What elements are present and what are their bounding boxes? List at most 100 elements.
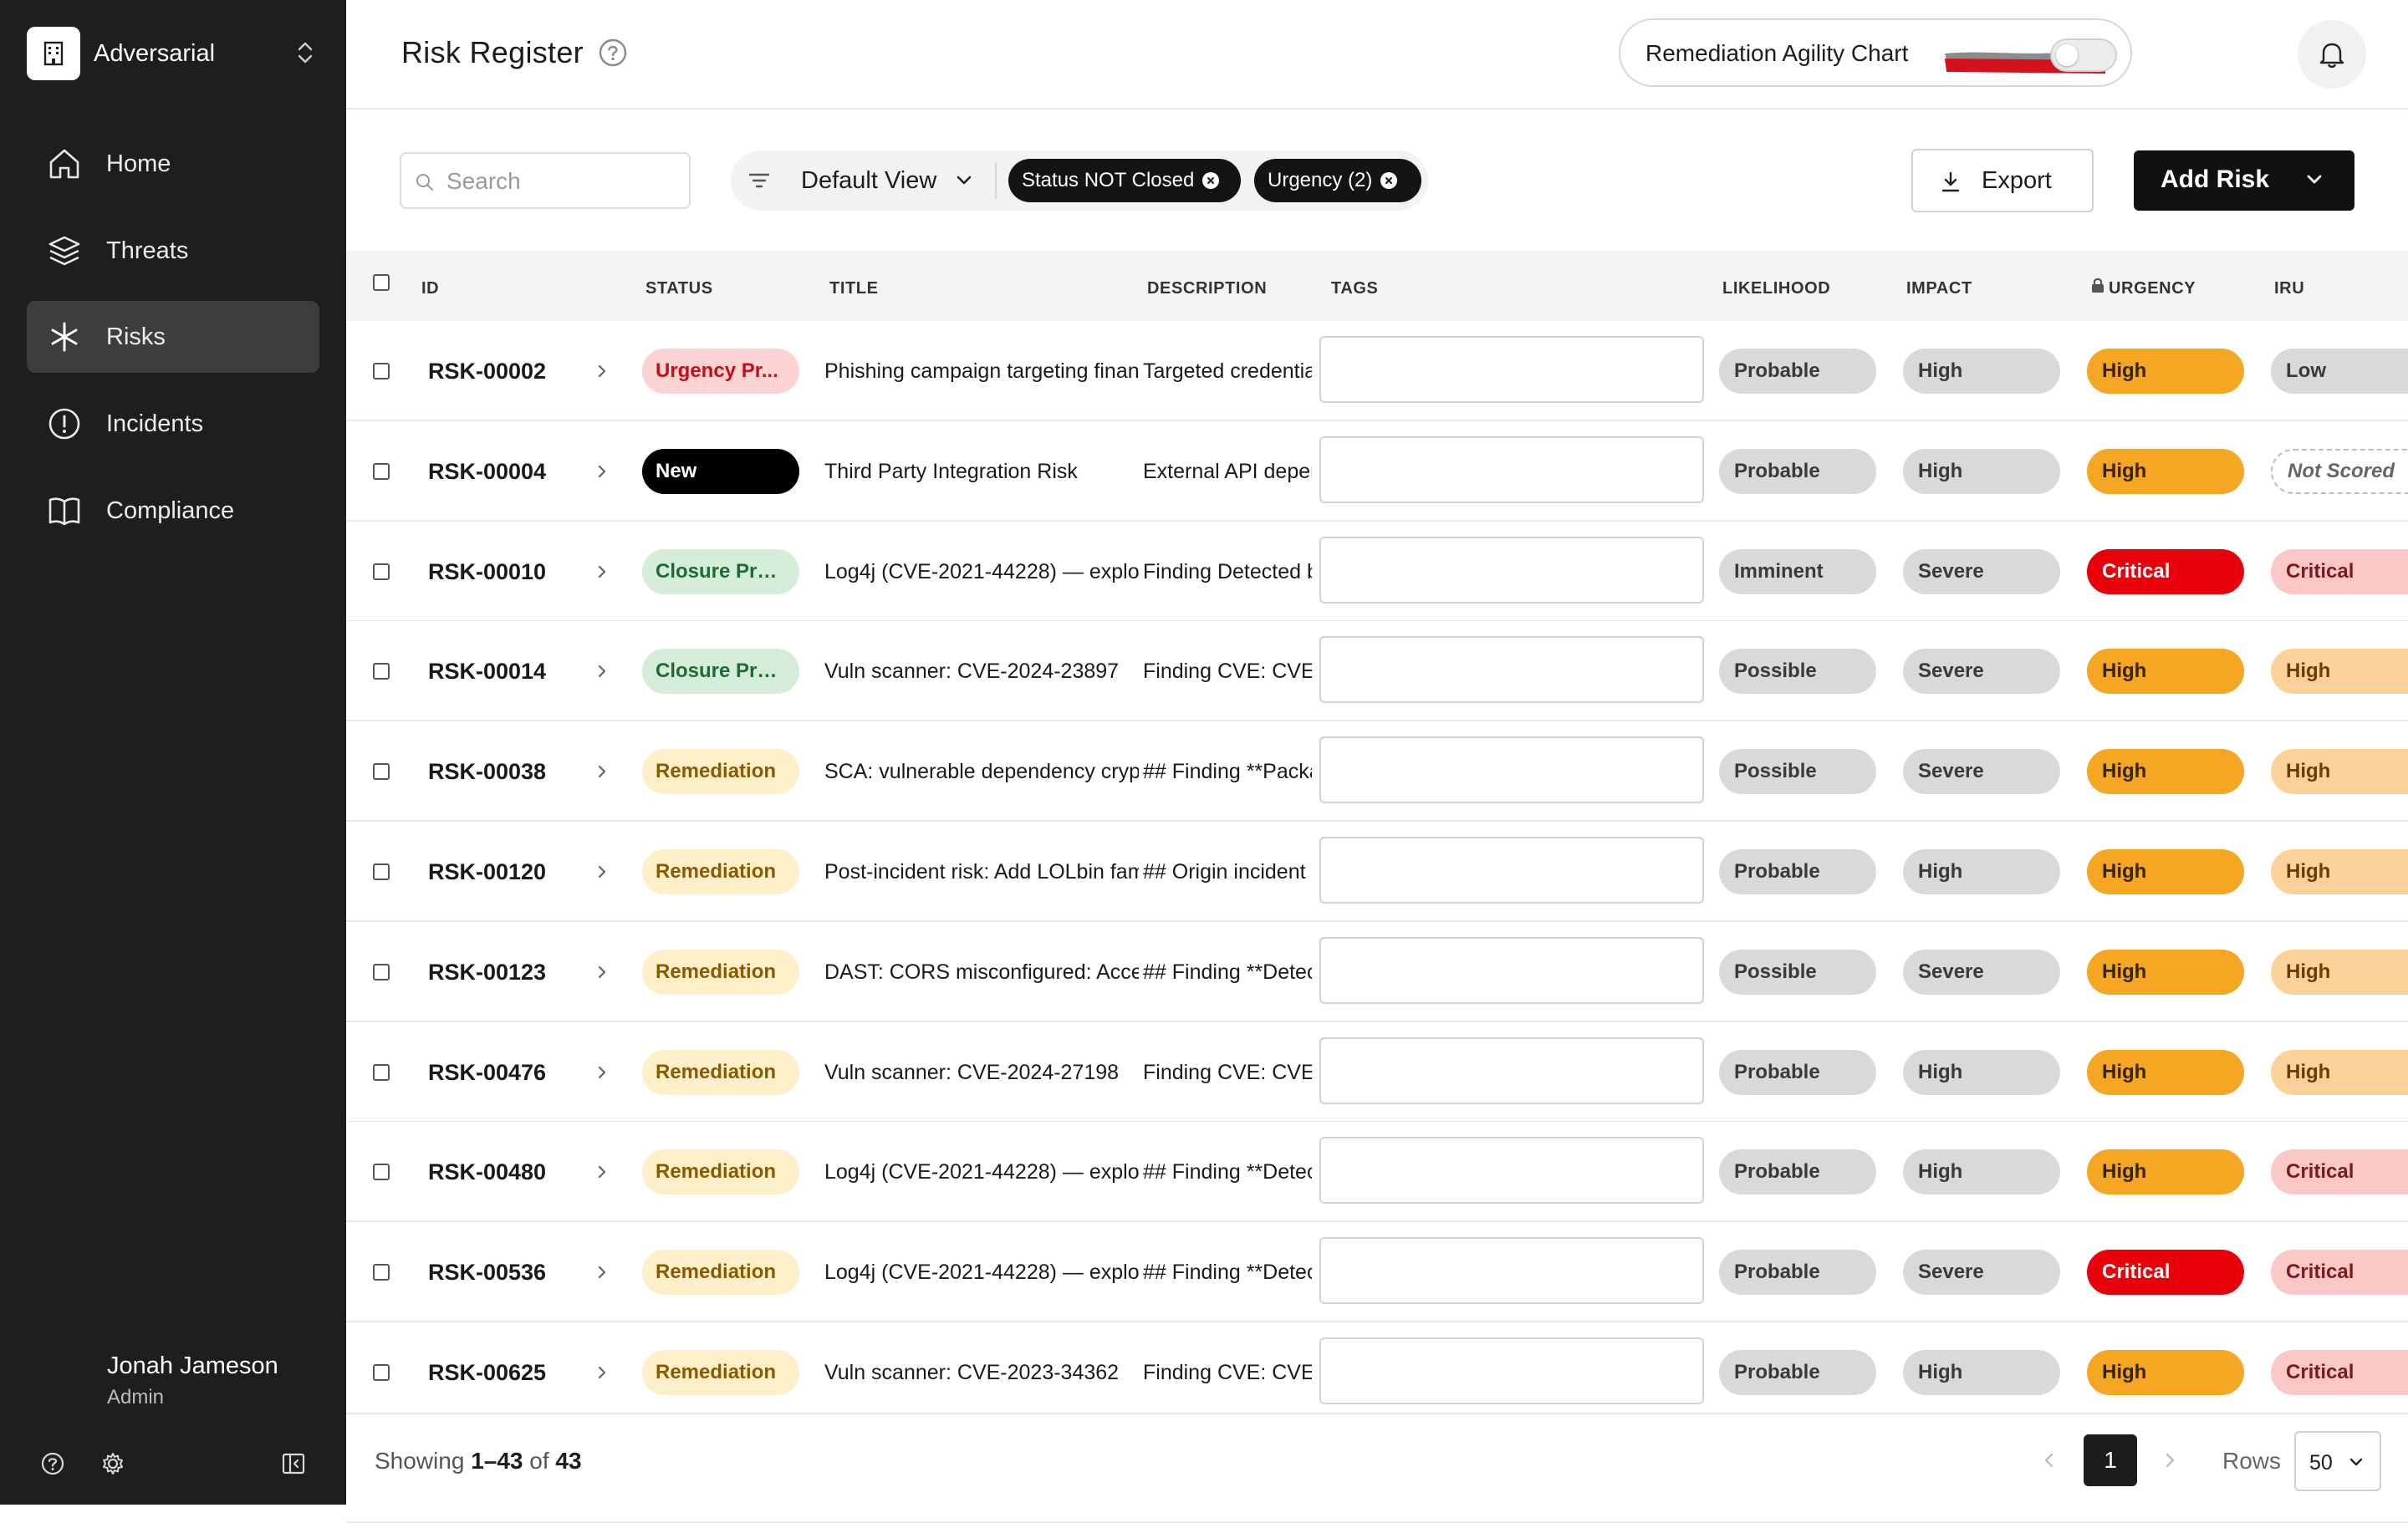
- search-box[interactable]: [400, 152, 691, 209]
- sidebar-item-incidents[interactable]: Incidents: [27, 388, 319, 460]
- tags-input[interactable]: [1319, 1137, 1704, 1205]
- row-checkbox[interactable]: [373, 1264, 390, 1281]
- tags-input[interactable]: [1319, 336, 1704, 403]
- chevron-down-icon[interactable]: [955, 174, 973, 187]
- chevron-right-icon[interactable]: [595, 462, 609, 481]
- status-badge[interactable]: New: [642, 448, 799, 494]
- table-row[interactable]: RSK-00004 New Third Party Integration Ri…: [346, 420, 2408, 522]
- help-circle-icon[interactable]: [38, 1449, 67, 1478]
- table-row[interactable]: RSK-00038 Remediation SCA: vulnerable de…: [346, 721, 2408, 823]
- column-header-likelihood[interactable]: LIKELIHOOD: [1722, 279, 1830, 298]
- risk-id[interactable]: RSK-00480: [428, 1159, 546, 1185]
- status-badge[interactable]: Remediation: [642, 1149, 799, 1195]
- tags-input[interactable]: [1319, 1037, 1704, 1104]
- search-input[interactable]: [445, 166, 682, 197]
- notifications-button[interactable]: [2298, 20, 2366, 89]
- chevron-right-icon[interactable]: [595, 1263, 609, 1281]
- filter-lines-icon[interactable]: [747, 171, 771, 191]
- risk-title[interactable]: SCA: vulnerable dependency crypto: [824, 760, 1139, 784]
- table-row[interactable]: RSK-00120 Remediation Post-incident risk…: [346, 822, 2408, 922]
- column-header-iru[interactable]: IRU: [2274, 279, 2304, 298]
- risk-id[interactable]: RSK-00536: [428, 1260, 546, 1286]
- risk-title[interactable]: Post-incident risk: Add LOLbin family: [824, 860, 1139, 884]
- tags-input[interactable]: [1319, 1237, 1704, 1305]
- view-selector[interactable]: Default View: [801, 167, 936, 195]
- row-checkbox[interactable]: [373, 963, 390, 981]
- table-row[interactable]: RSK-00014 Closure Pro... Vuln scanner: C…: [346, 621, 2408, 722]
- status-badge[interactable]: Urgency Pr...: [642, 349, 799, 394]
- chevron-right-icon[interactable]: [595, 362, 609, 380]
- column-header-urgency[interactable]: URGENCY: [2109, 279, 2196, 298]
- rows-per-page-select[interactable]: 50: [2294, 1431, 2381, 1491]
- close-icon[interactable]: [1202, 172, 1220, 189]
- org-switcher-chevron-icon[interactable]: [293, 38, 318, 67]
- tags-input[interactable]: [1319, 736, 1704, 804]
- status-badge[interactable]: Remediation: [642, 1250, 799, 1296]
- close-icon[interactable]: [1380, 172, 1398, 189]
- status-badge[interactable]: Remediation: [642, 849, 799, 894]
- risk-title[interactable]: Phishing campaign targeting finance team: [824, 359, 1139, 384]
- risk-title[interactable]: Third Party Integration Risk: [824, 460, 1139, 484]
- status-badge[interactable]: Closure Pro...: [642, 548, 799, 594]
- risk-title[interactable]: Vuln scanner: CVE-2023-34362: [824, 1361, 1139, 1385]
- org-name[interactable]: Adversarial: [94, 37, 215, 70]
- risk-id[interactable]: RSK-00120: [428, 859, 546, 885]
- chevron-left-icon[interactable]: [2042, 1449, 2057, 1471]
- tags-input[interactable]: [1319, 536, 1704, 604]
- risk-title[interactable]: Log4j (CVE-2021-44228) — exploitation: [824, 1261, 1139, 1285]
- chevron-right-icon[interactable]: [595, 963, 609, 981]
- chevron-right-icon[interactable]: [2162, 1449, 2177, 1471]
- row-checkbox[interactable]: [373, 863, 390, 880]
- table-row[interactable]: RSK-00480 Remediation Log4j (CVE-2021-44…: [346, 1122, 2408, 1223]
- chevron-right-icon[interactable]: [595, 762, 609, 781]
- status-badge[interactable]: Remediation: [642, 749, 799, 795]
- table-row[interactable]: RSK-00476 Remediation Vuln scanner: CVE-…: [346, 1021, 2408, 1123]
- filter-chip-urgency[interactable]: Urgency (2): [1254, 159, 1421, 202]
- table-row[interactable]: RSK-00625 Remediation Vuln scanner: CVE-…: [346, 1322, 2408, 1423]
- status-badge[interactable]: Remediation: [642, 1049, 799, 1095]
- chevron-right-icon[interactable]: [595, 662, 609, 680]
- column-header-id[interactable]: ID: [421, 279, 439, 298]
- filter-chip-status[interactable]: Status NOT Closed: [1008, 159, 1241, 202]
- chevron-right-icon[interactable]: [595, 1063, 609, 1082]
- risk-id[interactable]: RSK-00038: [428, 759, 546, 785]
- status-badge[interactable]: Remediation: [642, 1350, 799, 1395]
- row-checkbox[interactable]: [373, 663, 390, 680]
- risk-id[interactable]: RSK-00010: [428, 559, 546, 585]
- risk-id[interactable]: RSK-00004: [428, 459, 546, 485]
- tags-input[interactable]: [1319, 1337, 1704, 1404]
- risk-id[interactable]: RSK-00014: [428, 659, 546, 685]
- collapse-sidebar-icon[interactable]: [279, 1449, 308, 1478]
- row-checkbox[interactable]: [373, 363, 390, 379]
- risk-id[interactable]: RSK-00476: [428, 1060, 546, 1086]
- risk-title[interactable]: Vuln scanner: CVE-2024-27198: [824, 1061, 1139, 1085]
- add-risk-button[interactable]: Add Risk: [2134, 150, 2354, 211]
- risk-id[interactable]: RSK-00123: [428, 960, 546, 986]
- table-row[interactable]: RSK-00002 Urgency Pr... Phishing campaig…: [346, 321, 2408, 421]
- tags-input[interactable]: [1319, 436, 1704, 503]
- sidebar-item-home[interactable]: Home: [27, 128, 319, 200]
- row-checkbox[interactable]: [373, 1063, 390, 1081]
- column-header-status[interactable]: STATUS: [645, 279, 713, 298]
- row-checkbox[interactable]: [373, 1164, 390, 1181]
- select-all-checkbox[interactable]: [373, 274, 390, 291]
- help-circle-icon[interactable]: [599, 38, 627, 67]
- chevron-right-icon[interactable]: [595, 563, 609, 581]
- risk-id[interactable]: RSK-00002: [428, 359, 546, 385]
- tags-input[interactable]: [1319, 837, 1704, 904]
- remediation-chart-toggle[interactable]: [2050, 38, 2117, 72]
- risk-title[interactable]: Log4j (CVE-2021-44228) — exploitation: [824, 1160, 1139, 1184]
- table-row[interactable]: RSK-00123 Remediation DAST: CORS misconf…: [346, 921, 2408, 1022]
- risk-id[interactable]: RSK-00625: [428, 1360, 546, 1386]
- chevron-right-icon[interactable]: [595, 863, 609, 881]
- column-header-tags[interactable]: TAGS: [1331, 279, 1378, 298]
- sidebar-item-risks[interactable]: Risks: [27, 301, 319, 373]
- gear-icon[interactable]: [99, 1449, 127, 1478]
- table-row[interactable]: RSK-00010 Closure Pro... Log4j (CVE-2021…: [346, 521, 2408, 622]
- status-badge[interactable]: Closure Pro...: [642, 649, 799, 695]
- page-button-current[interactable]: 1: [2084, 1434, 2137, 1486]
- row-checkbox[interactable]: [373, 763, 390, 781]
- chevron-down-icon[interactable]: [2304, 172, 2324, 187]
- risk-title[interactable]: Vuln scanner: CVE-2024-23897: [824, 660, 1139, 684]
- row-checkbox[interactable]: [373, 1364, 390, 1381]
